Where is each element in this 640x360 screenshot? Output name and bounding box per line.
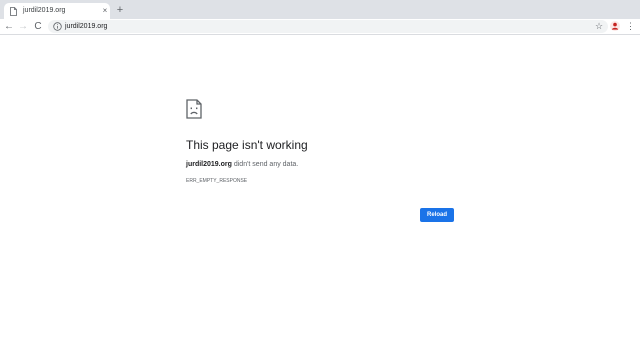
error-title: This page isn't working <box>186 138 308 152</box>
new-tab-button[interactable]: + <box>114 3 126 17</box>
tab-strip: jurdil2019.org × + <box>0 0 640 19</box>
tab-title: jurdil2019.org <box>23 7 66 14</box>
star-icon[interactable]: ☆ <box>594 20 604 32</box>
reload-button[interactable]: Reload <box>420 208 454 222</box>
error-description: jurdil2019.org didn't send any data. <box>186 160 298 170</box>
address-bar[interactable]: jurdil2019.org <box>48 20 608 33</box>
sad-page-icon <box>186 99 202 119</box>
url-text[interactable]: jurdil2019.org <box>65 21 107 32</box>
error-code: ERR_EMPTY_RESPONSE <box>186 178 248 184</box>
info-icon[interactable] <box>53 22 62 31</box>
error-message: didn't send any data. <box>231 161 299 168</box>
tab-close-icon[interactable]: × <box>100 5 110 16</box>
browser-toolbar: ← → C jurdil2019.org <box>0 19 640 35</box>
reload-icon[interactable]: C <box>32 20 44 33</box>
error-host: jurdil2019.org <box>186 161 232 168</box>
back-button[interactable]: ← <box>3 20 15 33</box>
browser-tab[interactable]: jurdil2019.org × <box>4 3 110 19</box>
kebab-menu-icon[interactable]: ⋮ <box>626 20 635 32</box>
profile-icon[interactable] <box>610 21 620 31</box>
document-icon <box>10 7 17 16</box>
forward-button[interactable]: → <box>17 20 29 33</box>
